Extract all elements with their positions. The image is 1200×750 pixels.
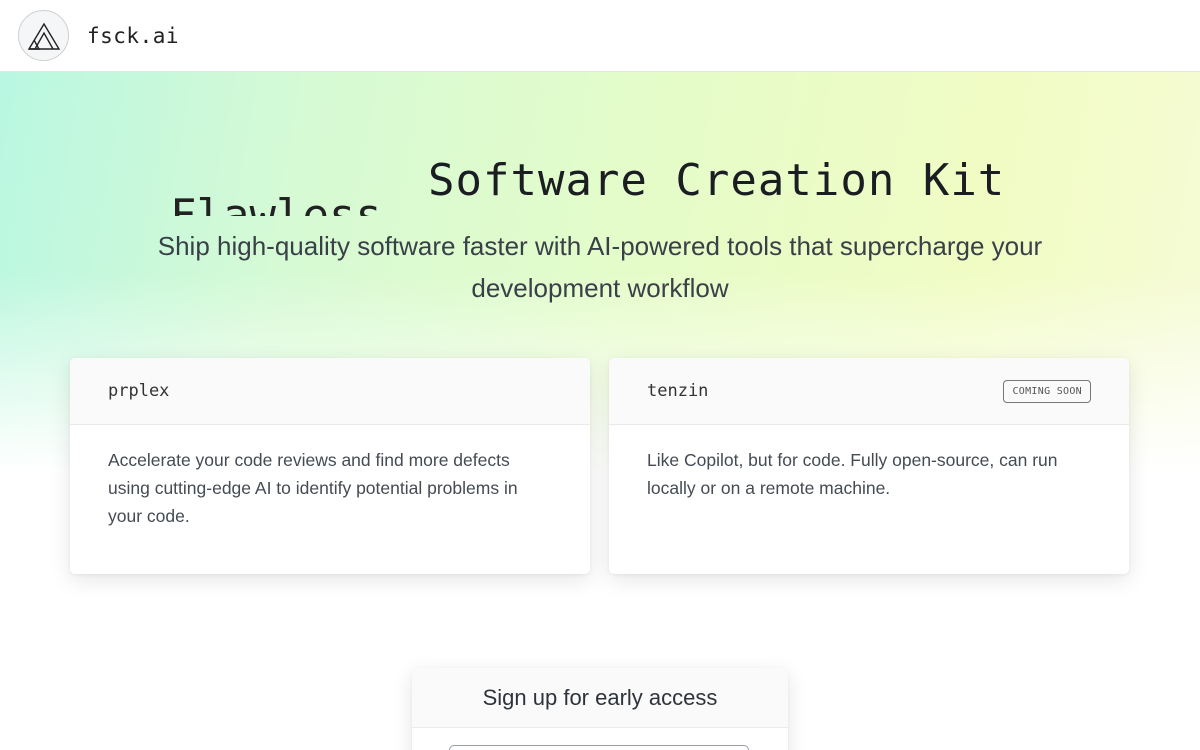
hero-title: Flawless Software Creation Kit <box>0 72 1200 222</box>
product-name: prplex <box>108 381 170 401</box>
product-card-tenzin: tenzin COMING SOON Like Copilot, but for… <box>609 358 1129 574</box>
product-description: Like Copilot, but for code. Fully open-s… <box>647 450 1058 498</box>
card-header: tenzin COMING SOON <box>609 358 1129 425</box>
product-card-prplex: prplex Accelerate your code reviews and … <box>70 358 590 574</box>
page-title: Software Creation Kit <box>428 155 1006 206</box>
coming-soon-badge: COMING SOON <box>1003 379 1091 403</box>
hero-subtitle: Ship high-quality software faster with A… <box>157 231 1043 303</box>
brand-name[interactable]: fsck.ai <box>87 24 179 48</box>
title-rotating-word: Flawless <box>170 190 382 216</box>
hero-section: Flawless Software Creation Kit Ship high… <box>0 72 1200 303</box>
signup-card: Sign up for early access <box>412 668 788 750</box>
top-nav: fsck.ai <box>0 0 1200 72</box>
email-field[interactable] <box>449 745 749 750</box>
card-header: prplex <box>70 358 590 425</box>
product-description: Accelerate your code reviews and find mo… <box>108 450 518 526</box>
triangle-logo-icon[interactable] <box>18 10 69 61</box>
product-name: tenzin <box>647 381 709 401</box>
signup-title: Sign up for early access <box>412 668 788 728</box>
